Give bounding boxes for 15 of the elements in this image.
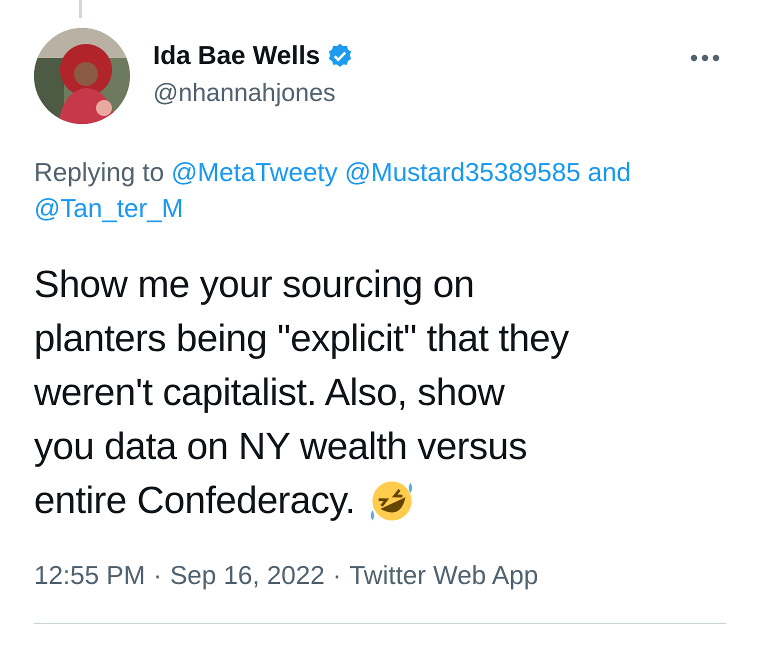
tweet-text: you data on NY wealth versus (34, 425, 527, 470)
tweet-meta[interactable]: 12:55 PM (34, 560, 146, 591)
author-handle[interactable]: @nhannahjones (153, 79, 690, 108)
separator-dot: · (332, 560, 342, 591)
tweet-meta[interactable]: Sep 16, 2022 (170, 560, 325, 591)
tweet-text: weren't capitalist. Also, show (34, 371, 504, 416)
author-name[interactable]: Ida Bae Wells (153, 40, 320, 71)
conjunction-text: and (588, 156, 632, 189)
tweet-meta[interactable]: Twitter Web App (349, 560, 538, 591)
separator-dot: · (153, 560, 162, 591)
tweet-text: planters being "explicit" that they (34, 317, 569, 362)
more-icon[interactable] (690, 54, 720, 62)
replying-label: Replying to (34, 156, 164, 189)
tweet-text: Show me your sourcing on (34, 263, 474, 308)
tweet-text: entire Confederacy. (34, 479, 356, 524)
